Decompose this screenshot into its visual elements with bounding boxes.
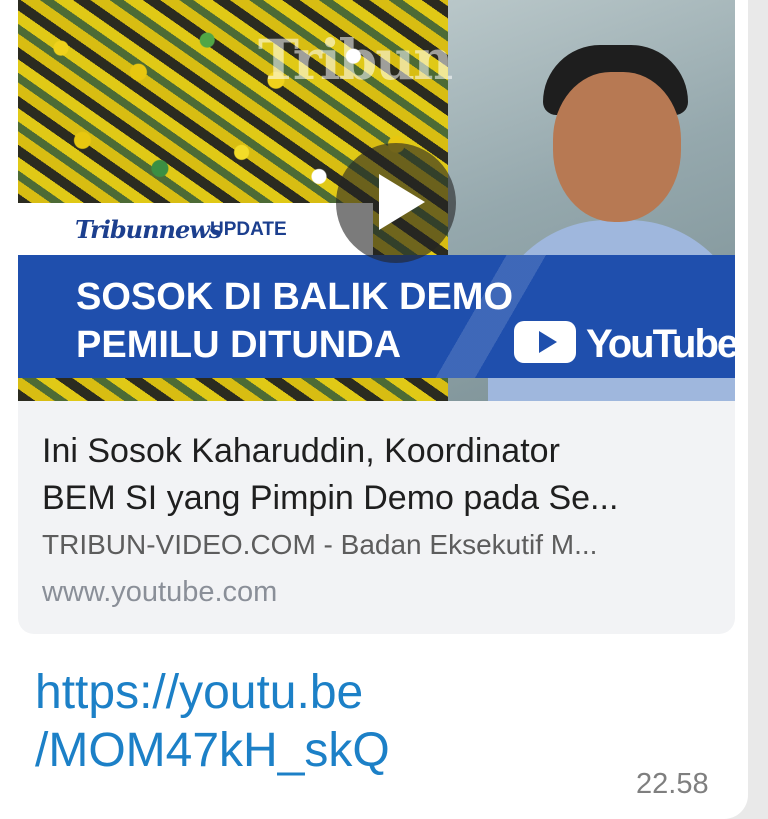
youtube-play-icon xyxy=(539,331,557,353)
youtube-wordmark: YouTube xyxy=(586,322,735,366)
message-link-line-1: https://youtu.be xyxy=(35,666,364,719)
preview-title-line-1: Ini Sosok Kaharuddin, Koordinator xyxy=(42,432,560,470)
update-label: UPDATE xyxy=(210,219,287,240)
message-timestamp: 22.58 xyxy=(636,768,709,800)
person-face xyxy=(553,72,681,222)
preview-domain: www.youtube.com xyxy=(42,576,278,608)
tribunnews-logo-band: Tribunnews UPDATE xyxy=(18,203,373,255)
play-icon xyxy=(379,174,425,230)
preview-title[interactable]: Ini Sosok Kaharuddin, Koordinator BEM SI… xyxy=(42,428,712,522)
preview-title-line-2: BEM SI yang Pimpin Demo pada Se... xyxy=(42,479,619,517)
link-preview-card[interactable]: Tribun Tribunnews UPDATE SOSOK DI BALIK … xyxy=(18,0,735,634)
thumbnail-headline-line-2: PEMILU DITUNDA xyxy=(76,324,402,366)
tribunnews-logo: Tribunnews xyxy=(75,215,222,244)
tribun-watermark: Tribun xyxy=(258,27,453,92)
video-thumbnail[interactable]: Tribun Tribunnews UPDATE SOSOK DI BALIK … xyxy=(18,0,735,401)
message-link[interactable]: https://youtu.be /MOM47kH_skQ xyxy=(35,664,675,780)
preview-description: TRIBUN-VIDEO.COM - Badan Eksekutif M... xyxy=(42,529,598,560)
thumbnail-headline-line-1: SOSOK DI BALIK DEMO xyxy=(76,276,514,318)
chat-background-strip xyxy=(748,0,768,819)
message-link-line-2: /MOM47kH_skQ xyxy=(35,724,390,777)
message-bubble[interactable]: Tribun Tribunnews UPDATE SOSOK DI BALIK … xyxy=(0,0,748,819)
